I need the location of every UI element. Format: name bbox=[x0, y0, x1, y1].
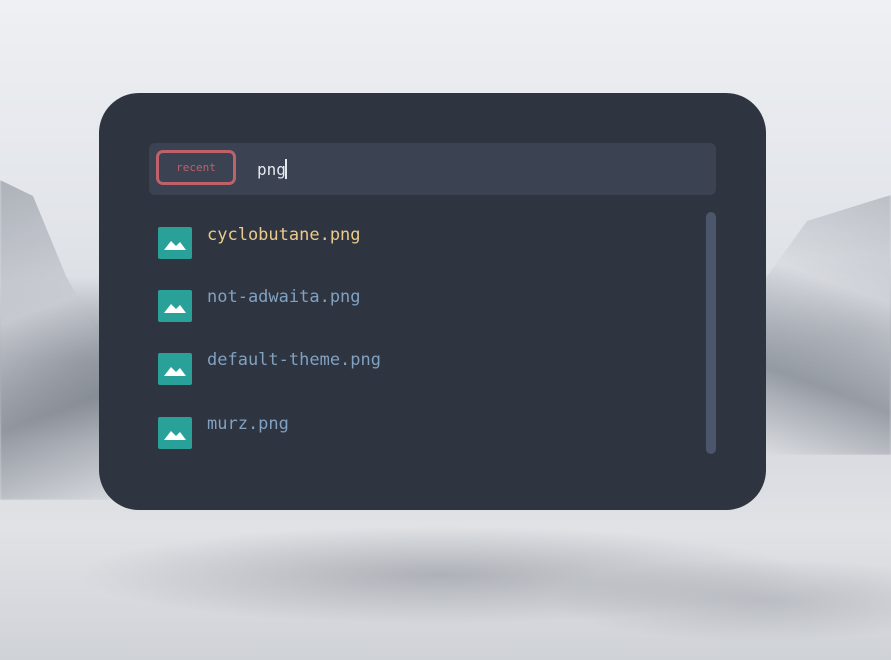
image-file-icon bbox=[158, 417, 192, 449]
result-item-murz[interactable]: murz.png bbox=[158, 401, 678, 451]
search-bar: recent bbox=[149, 143, 716, 195]
results-scrollbar[interactable] bbox=[706, 212, 716, 454]
wallpaper-mountain-left bbox=[0, 180, 110, 500]
result-item-not-adwaita[interactable]: not-adwaita.png bbox=[158, 274, 678, 324]
wallpaper-mountain-right bbox=[751, 195, 891, 455]
result-label: cyclobutane.png bbox=[207, 225, 361, 245]
result-item-cyclobutane[interactable]: cyclobutane.png bbox=[158, 211, 678, 261]
mode-button-recent[interactable]: recent bbox=[156, 150, 236, 185]
search-input[interactable] bbox=[257, 155, 697, 183]
result-label: default-theme.png bbox=[207, 350, 381, 370]
launcher-window: recent cyclobutane.png not-adwaita.png d… bbox=[99, 93, 766, 510]
result-label: murz.png bbox=[207, 414, 289, 434]
result-item-default-theme[interactable]: default-theme.png bbox=[158, 337, 678, 387]
text-cursor bbox=[285, 159, 287, 179]
image-file-icon bbox=[158, 227, 192, 259]
image-file-icon bbox=[158, 353, 192, 385]
result-label: not-adwaita.png bbox=[207, 287, 361, 307]
image-file-icon bbox=[158, 290, 192, 322]
